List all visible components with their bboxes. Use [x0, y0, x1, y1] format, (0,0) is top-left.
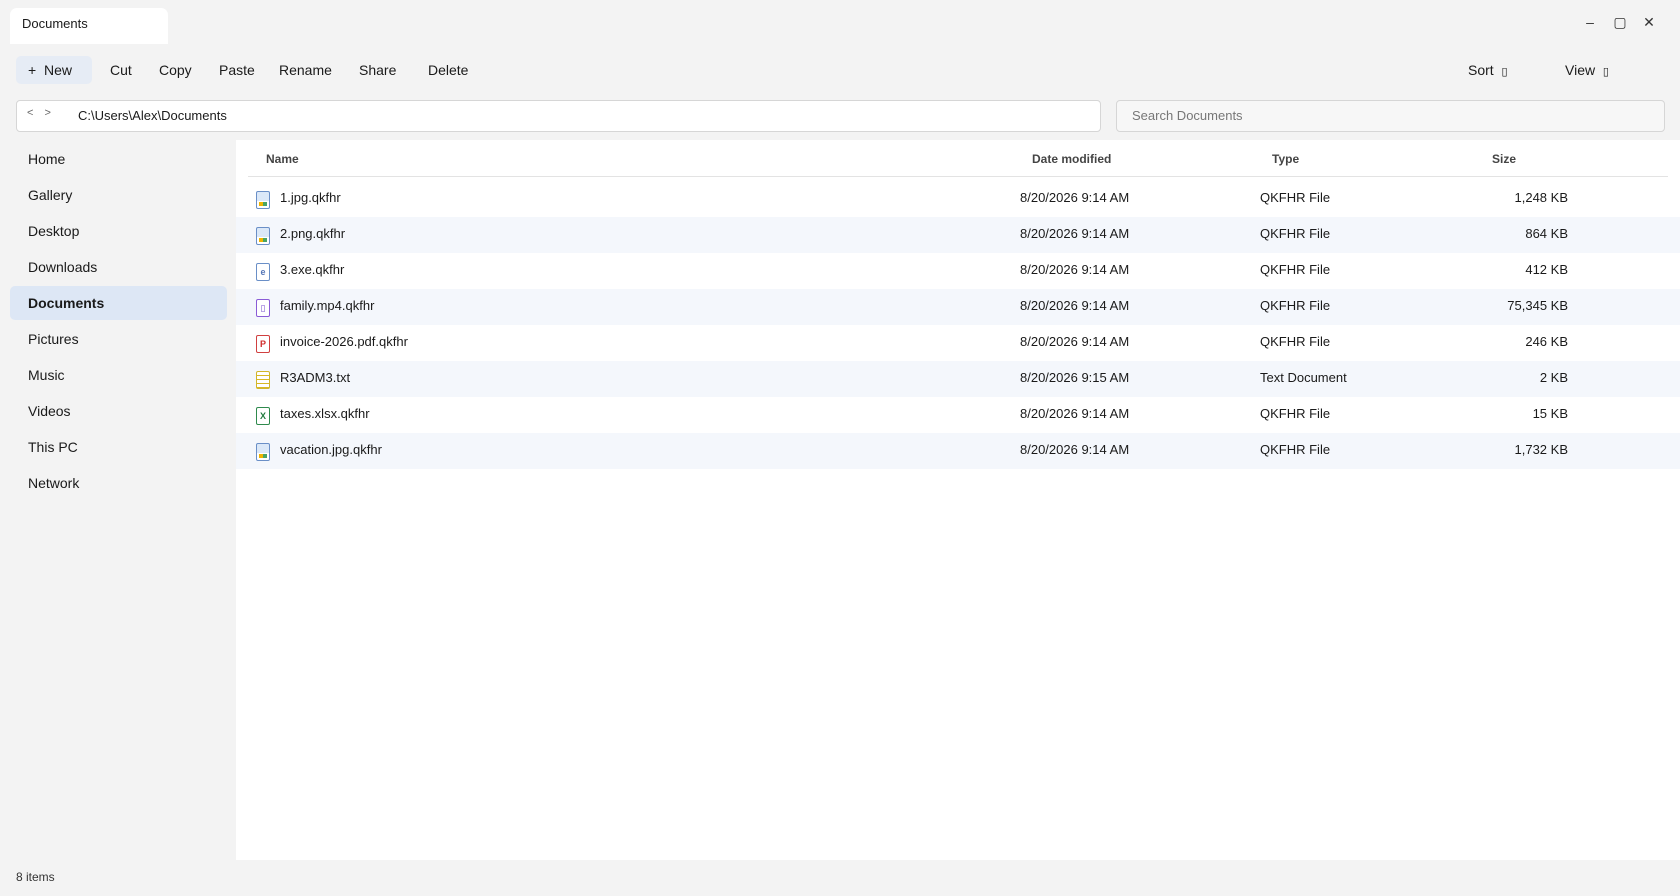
file-size: 75,345 KB — [1507, 298, 1568, 313]
sidebar-item-pictures[interactable]: Pictures — [10, 322, 227, 356]
file-date: 8/20/2026 9:14 AM — [1020, 442, 1130, 457]
file-date: 8/20/2026 9:15 AM — [1020, 370, 1130, 385]
sort-button[interactable]: Sort ▯ — [1456, 56, 1520, 84]
chevron-down-icon: ▯ — [1501, 66, 1508, 78]
file-name: invoice-2026.pdf.qkfhr — [280, 334, 408, 349]
file-size: 246 KB — [1525, 334, 1568, 349]
column-headers: Name Date modified Type Size — [248, 140, 1668, 177]
rename-button[interactable]: Rename — [267, 56, 344, 84]
table-row[interactable]: e 3.exe.qkfhr 8/20/2026 9:14 AM QKFHR Fi… — [236, 253, 1680, 289]
sidebar-item-this-pc[interactable]: This PC — [10, 430, 227, 464]
pdf-file-icon: P — [256, 335, 270, 353]
file-type: QKFHR File — [1260, 262, 1331, 277]
cut-button[interactable]: Cut — [98, 56, 144, 84]
file-size: 15 KB — [1532, 406, 1568, 421]
sidebar-item-downloads[interactable]: Downloads — [10, 250, 227, 284]
file-name: 3.exe.qkfhr — [280, 262, 345, 277]
column-header-size[interactable]: Size — [1492, 152, 1516, 166]
spreadsheet-file-icon: X — [256, 407, 270, 425]
table-row[interactable]: ▯ family.mp4.qkfhr 8/20/2026 9:14 AM QKF… — [236, 289, 1680, 325]
view-button[interactable]: View ▯ — [1553, 56, 1621, 84]
back-button[interactable]: < — [27, 107, 37, 119]
file-size: 412 KB — [1525, 262, 1568, 277]
file-name: 2.png.qkfhr — [280, 226, 346, 241]
image-file-icon — [256, 227, 270, 245]
file-name: 1.jpg.qkfhr — [280, 190, 341, 205]
file-date: 8/20/2026 9:14 AM — [1020, 406, 1130, 421]
table-row[interactable]: vacation.jpg.qkfhr 8/20/2026 9:14 AM QKF… — [236, 433, 1680, 469]
file-size: 864 KB — [1525, 226, 1568, 241]
file-date: 8/20/2026 9:14 AM — [1020, 190, 1130, 205]
file-name: vacation.jpg.qkfhr — [280, 442, 382, 457]
table-row[interactable]: 1.jpg.qkfhr 8/20/2026 9:14 AM QKFHR File… — [236, 181, 1680, 217]
navigation-pane: Home Gallery Desktop Downloads Documents… — [0, 140, 236, 860]
file-name: R3ADM3.txt — [280, 370, 351, 385]
file-type: QKFHR File — [1260, 334, 1331, 349]
executable-file-icon: e — [256, 263, 270, 281]
file-date: 8/20/2026 9:14 AM — [1020, 298, 1130, 313]
file-name: family.mp4.qkfhr — [280, 298, 375, 313]
file-type: QKFHR File — [1260, 190, 1331, 205]
text-file-icon — [256, 371, 270, 389]
copy-button[interactable]: Copy — [147, 56, 204, 84]
file-size: 1,732 KB — [1514, 442, 1569, 457]
maximize-button[interactable]: ▢ — [1607, 10, 1633, 34]
file-type: QKFHR File — [1260, 406, 1331, 421]
minimize-button[interactable]: – — [1577, 10, 1603, 34]
share-button[interactable]: Share — [347, 56, 408, 84]
file-list: Name Date modified Type Size 1.jpg.qkfhr… — [236, 140, 1680, 860]
new-button[interactable]: + New — [16, 56, 92, 84]
column-header-date[interactable]: Date modified — [1032, 152, 1111, 166]
command-bar: + New Cut Copy Paste Rename Share Delete… — [0, 52, 1680, 92]
search-input[interactable]: Search Documents — [1116, 100, 1665, 132]
view-label: View — [1565, 62, 1596, 78]
file-size: 2 KB — [1539, 370, 1568, 385]
image-file-icon — [256, 191, 270, 209]
file-type: Text Document — [1260, 370, 1347, 385]
new-label: New — [43, 62, 72, 78]
sort-label: Sort — [1468, 62, 1494, 78]
tab-documents[interactable]: Documents — [10, 8, 168, 44]
sidebar-item-music[interactable]: Music — [10, 358, 227, 392]
sidebar-item-network[interactable]: Network — [10, 466, 227, 500]
current-path[interactable]: C:\Users\Alex\Documents — [78, 108, 227, 123]
file-type: QKFHR File — [1260, 442, 1331, 457]
paste-button[interactable]: Paste — [207, 56, 267, 84]
tab-title: Documents — [22, 16, 88, 31]
sidebar-item-home[interactable]: Home — [10, 142, 227, 176]
file-date: 8/20/2026 9:14 AM — [1020, 334, 1130, 349]
title-bar: Documents – ▢ ✕ — [0, 0, 1680, 48]
status-bar-item-count: 8 items — [16, 870, 55, 884]
file-name: taxes.xlsx.qkfhr — [280, 406, 370, 421]
file-date: 8/20/2026 9:14 AM — [1020, 226, 1130, 241]
table-row[interactable]: P invoice-2026.pdf.qkfhr 8/20/2026 9:14 … — [236, 325, 1680, 361]
column-header-name[interactable]: Name — [266, 152, 299, 166]
file-size: 1,248 KB — [1514, 190, 1569, 205]
table-row[interactable]: 2.png.qkfhr 8/20/2026 9:14 AM QKFHR File… — [236, 217, 1680, 253]
forward-button[interactable]: > — [45, 107, 55, 119]
table-row[interactable]: X taxes.xlsx.qkfhr 8/20/2026 9:14 AM QKF… — [236, 397, 1680, 433]
close-button[interactable]: ✕ — [1636, 10, 1662, 34]
nav-arrows: < > — [27, 107, 55, 119]
sidebar-item-documents[interactable]: Documents — [10, 286, 227, 320]
table-row[interactable]: R3ADM3.txt 8/20/2026 9:15 AM Text Docume… — [236, 361, 1680, 397]
image-file-icon — [256, 443, 270, 461]
file-date: 8/20/2026 9:14 AM — [1020, 262, 1130, 277]
delete-button[interactable]: Delete — [416, 56, 480, 84]
sidebar-item-desktop[interactable]: Desktop — [10, 214, 227, 248]
address-bar[interactable]: < > C:\Users\Alex\Documents — [16, 100, 1101, 132]
column-header-type[interactable]: Type — [1272, 152, 1299, 166]
file-type: QKFHR File — [1260, 298, 1331, 313]
chevron-down-icon: ▯ — [1602, 66, 1609, 78]
file-type: QKFHR File — [1260, 226, 1331, 241]
video-file-icon: ▯ — [256, 299, 270, 317]
plus-icon: + — [28, 62, 37, 78]
sidebar-item-gallery[interactable]: Gallery — [10, 178, 227, 212]
sidebar-item-videos[interactable]: Videos — [10, 394, 227, 428]
